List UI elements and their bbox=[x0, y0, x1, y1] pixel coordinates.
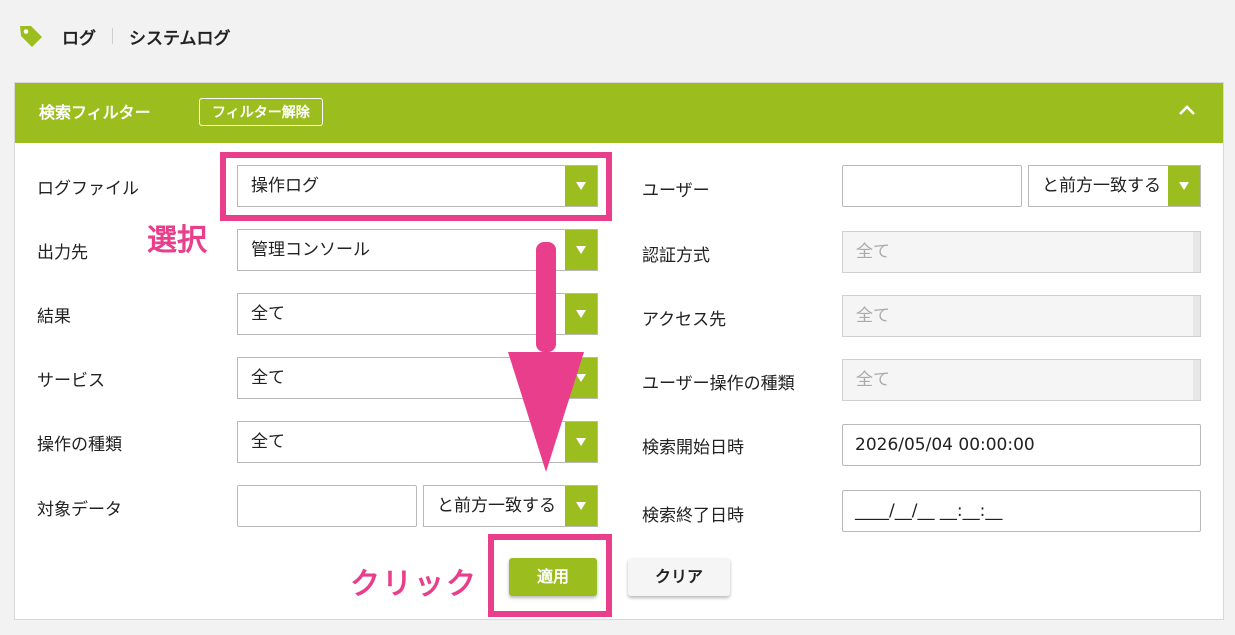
search-start-input[interactable]: 2026/05/04 00:00:00 bbox=[842, 424, 1201, 466]
user-operation-type-select: 全て bbox=[842, 359, 1201, 401]
search-start-value: 2026/05/04 00:00:00 bbox=[855, 435, 1035, 455]
service-label: サービス bbox=[37, 371, 105, 391]
result-select[interactable]: 全て bbox=[237, 293, 598, 335]
output-label: 出力先 bbox=[37, 243, 88, 263]
dropdown-arrow-icon bbox=[1168, 166, 1200, 206]
search-start-label: 検索開始日時 bbox=[642, 438, 744, 458]
log-file-value: 操作ログ bbox=[251, 176, 319, 196]
output-value: 管理コンソール bbox=[251, 240, 370, 260]
log-file-label: ログファイル bbox=[37, 179, 139, 199]
operation-type-label: 操作の種類 bbox=[37, 435, 122, 455]
auth-method-select: 全て bbox=[842, 231, 1201, 273]
operation-type-select[interactable]: 全て bbox=[237, 421, 598, 463]
user-operation-type-value: 全て bbox=[856, 370, 890, 390]
result-value: 全て bbox=[251, 304, 285, 324]
user-label: ユーザー bbox=[642, 181, 710, 201]
user-operation-type-label: ユーザー操作の種類 bbox=[642, 374, 795, 394]
user-match-select[interactable]: と前方一致する bbox=[1028, 165, 1201, 207]
dropdown-arrow-icon bbox=[565, 294, 597, 334]
dropdown-arrow-icon bbox=[565, 358, 597, 398]
dropdown-arrow-icon bbox=[565, 230, 597, 270]
service-select[interactable]: 全て bbox=[237, 357, 598, 399]
access-target-select: 全て bbox=[842, 295, 1201, 337]
click-annotation: クリック bbox=[350, 567, 478, 602]
dropdown-arrow-icon bbox=[565, 166, 597, 206]
dropdown-arrow-icon bbox=[565, 486, 597, 526]
target-data-match-select[interactable]: と前方一致する bbox=[423, 485, 598, 527]
breadcrumb-current: システムログ bbox=[129, 28, 231, 49]
target-data-match-value: と前方一致する bbox=[437, 496, 556, 516]
select-annotation: 選択 bbox=[147, 223, 207, 258]
access-target-label: アクセス先 bbox=[642, 310, 727, 330]
disabled-arrow bbox=[1193, 360, 1200, 400]
access-target-value: 全て bbox=[856, 306, 890, 326]
filter-title: 検索フィルター bbox=[39, 103, 151, 122]
target-data-input[interactable] bbox=[237, 485, 417, 527]
user-match-value: と前方一致する bbox=[1042, 176, 1161, 196]
dropdown-arrow-icon bbox=[565, 422, 597, 462]
result-label: 結果 bbox=[37, 307, 71, 327]
disabled-arrow bbox=[1193, 232, 1200, 272]
search-filter-panel: 検索フィルター フィルター解除 ログファイル 操作ログ 出力先 管理コンソール … bbox=[14, 82, 1224, 620]
service-value: 全て bbox=[251, 368, 285, 388]
breadcrumb-root[interactable]: ログ bbox=[62, 24, 96, 49]
output-select[interactable]: 管理コンソール bbox=[237, 229, 598, 271]
tag-icon bbox=[20, 26, 42, 47]
auth-method-value: 全て bbox=[856, 242, 890, 262]
disabled-arrow bbox=[1193, 296, 1200, 336]
chevron-up-icon[interactable] bbox=[1177, 101, 1197, 121]
operation-type-value: 全て bbox=[251, 432, 285, 452]
target-data-label: 対象データ bbox=[37, 500, 122, 520]
breadcrumb-separator bbox=[112, 28, 113, 44]
search-end-label: 検索終了日時 bbox=[642, 506, 744, 526]
user-input[interactable] bbox=[842, 165, 1022, 207]
filter-header: 検索フィルター フィルター解除 bbox=[15, 83, 1223, 143]
clear-button[interactable]: クリア bbox=[628, 558, 730, 596]
search-end-value: ____/__/__ __:__:__ bbox=[855, 501, 1003, 521]
apply-button[interactable]: 適用 bbox=[509, 558, 597, 596]
search-end-input[interactable]: ____/__/__ __:__:__ bbox=[842, 490, 1201, 532]
breadcrumb: ログ システムログ bbox=[18, 22, 231, 50]
auth-method-label: 認証方式 bbox=[642, 246, 710, 266]
filter-clear-button[interactable]: フィルター解除 bbox=[199, 98, 323, 126]
log-file-select[interactable]: 操作ログ bbox=[237, 165, 598, 207]
